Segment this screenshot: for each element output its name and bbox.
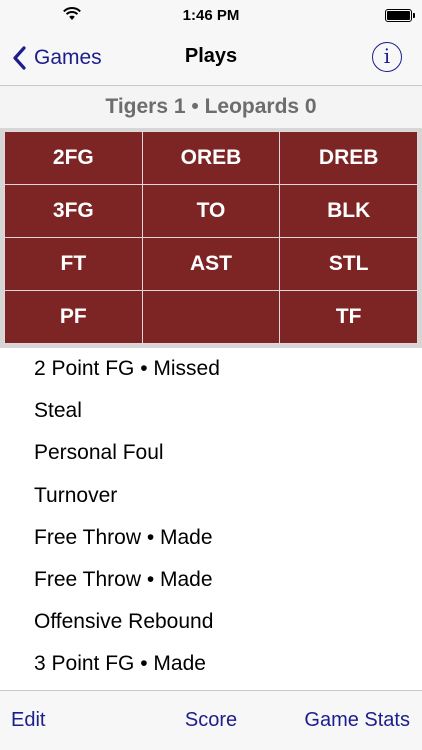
status-time: 1:46 PM [182, 7, 240, 24]
bottom-toolbar: Edit Score Game Stats [0, 690, 422, 750]
play-button-3fg[interactable]: 3FG [5, 185, 142, 237]
battery-icon [385, 9, 415, 22]
play-list-item[interactable]: Free Throw • Made [0, 517, 422, 559]
play-list-item[interactable]: 2 Point FG • Missed [0, 348, 422, 390]
play-button-ft[interactable]: FT [5, 238, 142, 290]
navigation-bar: Games Plays i [0, 30, 422, 86]
play-list-item[interactable]: Turnover [0, 475, 422, 517]
play-list-item[interactable]: 3 Point FG • Made [0, 643, 422, 685]
play-button-empty[interactable] [142, 291, 280, 343]
play-button-oreb[interactable]: OREB [142, 132, 280, 184]
game-stats-button[interactable]: Game Stats [304, 709, 410, 732]
play-button-dreb[interactable]: DREB [280, 132, 417, 184]
play-button-blk[interactable]: BLK [280, 185, 417, 237]
play-list-item[interactable]: Personal Foul [0, 432, 422, 474]
play-button-tf[interactable]: TF [280, 291, 417, 343]
play-button-2fg[interactable]: 2FG [5, 132, 142, 184]
play-button-stl[interactable]: STL [280, 238, 417, 290]
play-button-to[interactable]: TO [142, 185, 280, 237]
play-button-ast[interactable]: AST [142, 238, 280, 290]
play-list-item[interactable]: Steal [0, 390, 422, 432]
info-icon[interactable]: i [372, 42, 402, 72]
play-list-item[interactable]: Free Throw • Made [0, 559, 422, 601]
play-button-grid: 2FG OREB DREB 3FG TO BLK FT AST STL PF TF [0, 128, 422, 348]
status-bar: 1:46 PM [0, 0, 422, 30]
play-list-item[interactable]: Offensive Rebound [0, 601, 422, 643]
page-title: Plays [184, 45, 238, 67]
play-button-pf[interactable]: PF [5, 291, 142, 343]
score-header: Tigers 1 • Leopards 0 [0, 86, 422, 128]
plays-list: 2 Point FG • Missed Steal Personal Foul Tur… [0, 348, 422, 690]
